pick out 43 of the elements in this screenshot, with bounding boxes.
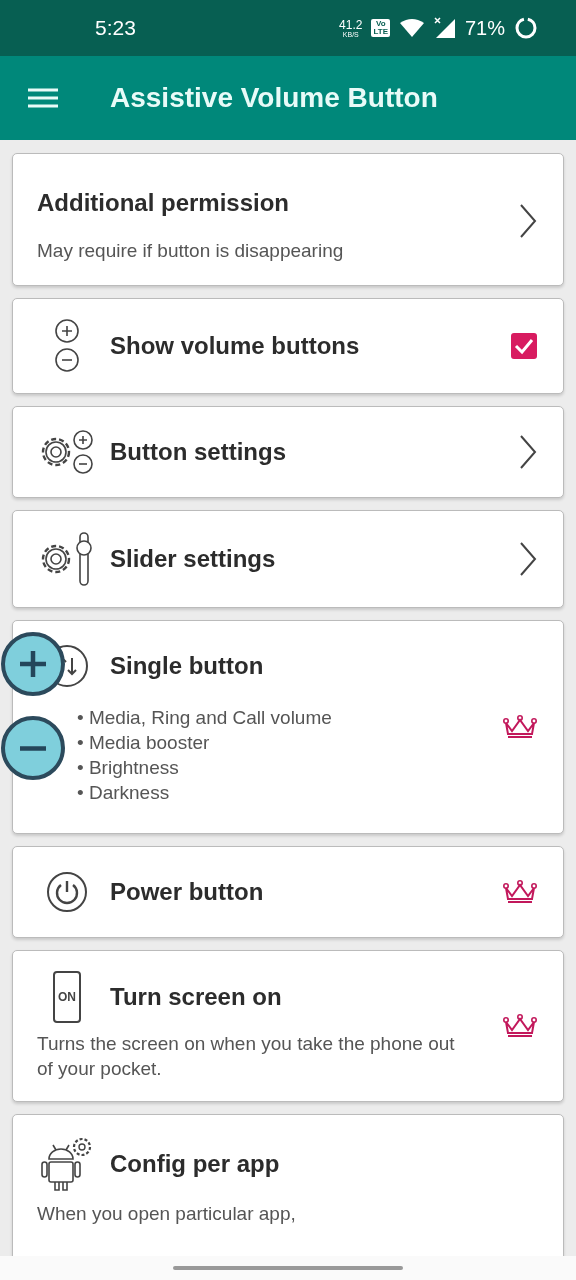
settings-card[interactable]: Config per app When you open particular app, — [12, 1114, 564, 1256]
settings-card[interactable]: Slider settings — [12, 510, 564, 608]
item-title: Show volume buttons — [110, 332, 360, 360]
settings-card[interactable]: Power button — [12, 846, 564, 938]
settings-card[interactable]: ON Turn screen on Turns the screen on when you take the phone out of your pocket. — [12, 950, 564, 1102]
crown-icon — [503, 880, 537, 904]
item-description: Turns the screen on when you take the phone out of your pocket. — [37, 1032, 456, 1081]
volte-badge: Vo LTE — [371, 19, 390, 37]
chevron-right-icon — [519, 203, 537, 238]
signal-icon — [433, 17, 456, 39]
settings-card[interactable]: Show volume buttons — [12, 298, 564, 394]
wifi-icon — [398, 18, 425, 38]
clock: 5:23 — [95, 16, 136, 40]
settings-card[interactable]: Additional permission May require if button is disappearing — [12, 153, 564, 286]
feature-item: • Darkness — [77, 781, 171, 805]
item-title: Button settings — [110, 438, 286, 466]
item-title: Additional permission — [37, 189, 290, 217]
plus-icon — [18, 649, 48, 679]
settings-card[interactable]: Single button • Media, Ring and Call volume • Media booster • Brightness • Darkness — [12, 620, 564, 834]
battery-ring-icon — [514, 16, 538, 40]
feature-item: • Media booster — [77, 731, 211, 755]
item-title: Config per app — [110, 1150, 280, 1178]
chevron-right-icon — [519, 435, 537, 469]
item-title: Power button — [110, 878, 264, 906]
phone-on-icon: ON — [53, 971, 81, 1023]
minus-icon — [18, 745, 48, 751]
item-title: Slider settings — [110, 545, 276, 573]
checkbox[interactable] — [511, 333, 537, 359]
feature-item: • Media, Ring and Call volume — [77, 706, 333, 730]
item-description: When you open particular app, — [37, 1202, 297, 1226]
network-speed: 41.2 — [339, 18, 363, 31]
app-title: Assistive Volume Button — [110, 82, 438, 114]
crown-icon — [503, 715, 537, 739]
feature-item: • Brightness — [77, 756, 180, 780]
settings-card[interactable]: Button settings — [12, 406, 564, 498]
item-title: Turn screen on — [110, 983, 282, 1011]
home-handle[interactable] — [173, 1266, 403, 1270]
item-description: May require if button is disappearing — [37, 239, 345, 263]
crown-icon — [503, 1014, 537, 1038]
item-title: Single button — [110, 652, 264, 680]
chevron-right-icon — [519, 542, 537, 576]
menu-icon[interactable] — [28, 88, 58, 108]
battery-level: 71% — [464, 16, 505, 40]
